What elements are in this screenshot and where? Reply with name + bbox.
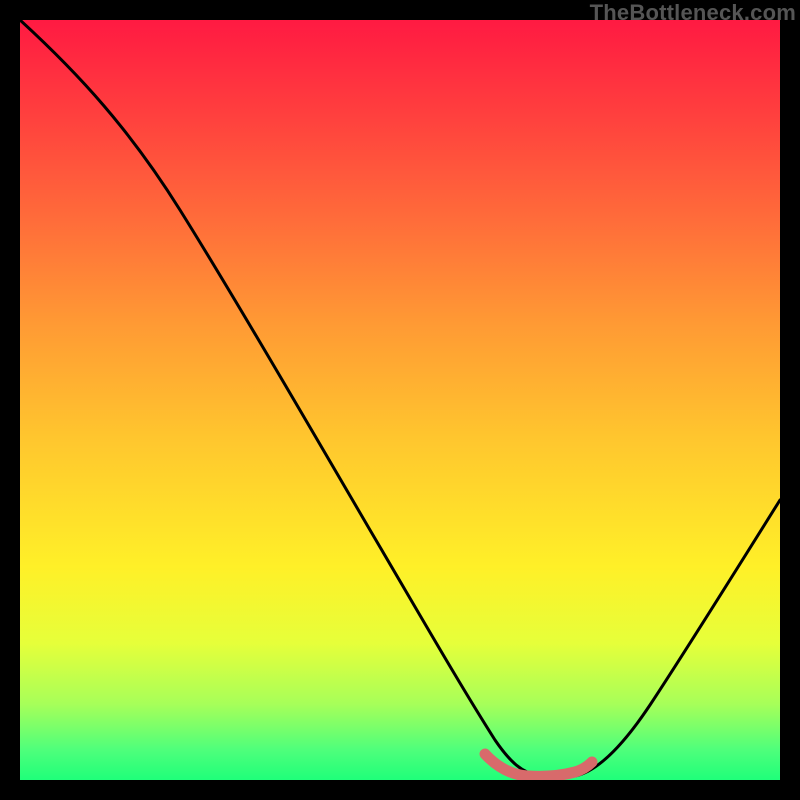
plot-area <box>20 20 780 780</box>
watermark-text: TheBottleneck.com <box>590 0 796 26</box>
curve-layer <box>20 20 780 780</box>
bottleneck-curve <box>20 20 780 776</box>
optimal-range-marker <box>485 754 592 776</box>
chart-container: TheBottleneck.com <box>0 0 800 800</box>
